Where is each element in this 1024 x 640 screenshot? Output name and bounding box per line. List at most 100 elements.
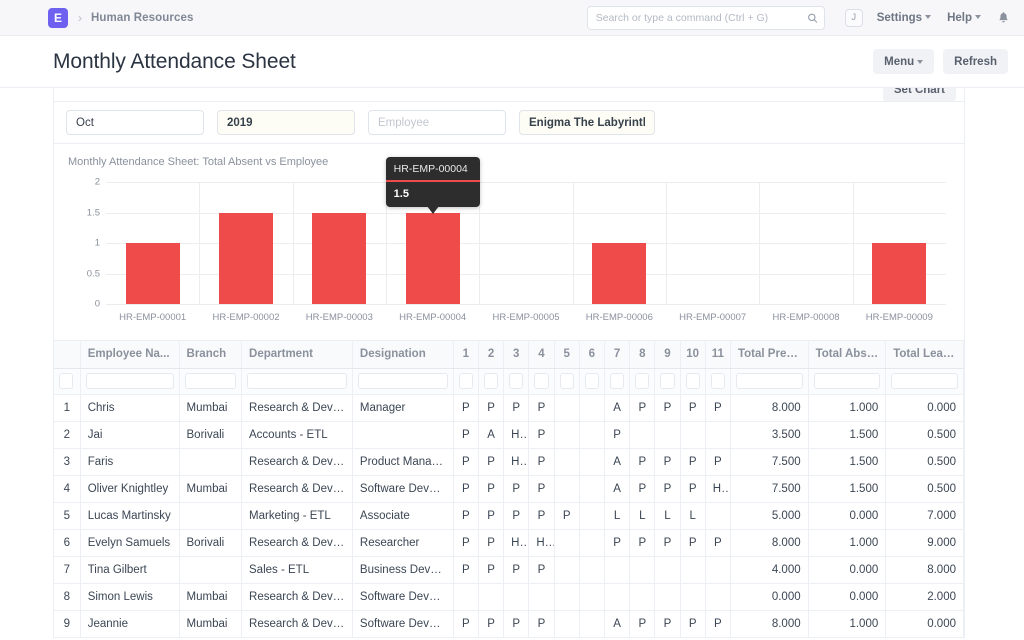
attendance-day-cell[interactable] xyxy=(579,583,604,610)
attendance-day-cell[interactable] xyxy=(680,583,705,610)
attendance-day-cell[interactable]: L xyxy=(680,502,705,529)
row-index-cell[interactable]: 6 xyxy=(54,529,80,556)
designation-cell[interactable]: Business Develo... xyxy=(352,556,453,583)
column-filter-input[interactable] xyxy=(534,373,548,389)
attendance-day-cell[interactable] xyxy=(554,448,579,475)
row-index-cell[interactable]: 7 xyxy=(54,556,80,583)
attendance-day-cell[interactable]: P xyxy=(705,394,730,421)
table-row[interactable]: 9JeannieMumbaiResearch & Develop...Softw… xyxy=(54,610,964,637)
column-filter-input[interactable] xyxy=(660,373,674,389)
column-filter-input[interactable] xyxy=(736,373,803,389)
row-index-cell[interactable]: 4 xyxy=(54,475,80,502)
designation-cell[interactable]: Manager xyxy=(352,394,453,421)
attendance-day-cell[interactable]: P xyxy=(529,448,554,475)
attendance-day-cell[interactable]: P xyxy=(529,421,554,448)
table-row[interactable]: 3FarisResearch & Develop...Product Manag… xyxy=(54,448,964,475)
designation-cell[interactable]: Software Develo... xyxy=(352,610,453,637)
total-absent-cell[interactable]: 1.500 xyxy=(808,421,886,448)
department-cell[interactable]: Research & Develop... xyxy=(242,529,353,556)
attendance-day-cell[interactable] xyxy=(579,556,604,583)
attendance-day-cell[interactable]: P xyxy=(655,448,680,475)
attendance-day-cell[interactable]: P xyxy=(705,529,730,556)
attendance-day-cell[interactable] xyxy=(630,421,655,448)
column-filter-input[interactable] xyxy=(358,373,448,389)
attendance-day-cell[interactable]: P xyxy=(504,475,529,502)
attendance-day-cell[interactable]: P xyxy=(680,529,705,556)
total-absent-cell[interactable]: 1.500 xyxy=(808,448,886,475)
attendance-day-cell[interactable]: P xyxy=(604,421,629,448)
column-filter-input[interactable] xyxy=(86,373,174,389)
total-present-cell[interactable]: 3.500 xyxy=(730,421,808,448)
total-leaves-cell[interactable]: 9.000 xyxy=(886,529,964,556)
attendance-day-cell[interactable]: P xyxy=(478,502,503,529)
table-column-header[interactable]: 2 xyxy=(478,341,503,368)
total-leaves-cell[interactable]: 0.500 xyxy=(886,475,964,502)
table-row[interactable]: 8Simon LewisMumbaiResearch & Develop...S… xyxy=(54,583,964,610)
chart-bar[interactable] xyxy=(872,243,926,304)
attendance-day-cell[interactable]: HD xyxy=(504,529,529,556)
attendance-day-cell[interactable]: P xyxy=(630,610,655,637)
attendance-day-cell[interactable]: P xyxy=(453,556,478,583)
total-leaves-cell[interactable]: 0.500 xyxy=(886,448,964,475)
table-column-header[interactable]: 10 xyxy=(680,341,705,368)
attendance-day-cell[interactable]: P xyxy=(630,529,655,556)
column-filter-input[interactable] xyxy=(585,373,599,389)
menu-button[interactable]: Menu xyxy=(873,49,934,74)
attendance-day-cell[interactable]: P xyxy=(453,448,478,475)
table-column-header[interactable]: 1 xyxy=(453,341,478,368)
chart-bar[interactable] xyxy=(126,243,180,304)
attendance-day-cell[interactable] xyxy=(478,583,503,610)
attendance-day-cell[interactable]: P xyxy=(529,610,554,637)
attendance-day-cell[interactable] xyxy=(655,583,680,610)
employee-filter-input[interactable] xyxy=(368,110,506,135)
total-absent-cell[interactable]: 1.000 xyxy=(808,529,886,556)
attendance-day-cell[interactable]: P xyxy=(529,475,554,502)
attendance-day-cell[interactable] xyxy=(579,502,604,529)
table-row[interactable]: 6Evelyn SamuelsBorivaliResearch & Develo… xyxy=(54,529,964,556)
department-cell[interactable]: Accounts - ETL xyxy=(242,421,353,448)
total-present-cell[interactable]: 7.500 xyxy=(730,448,808,475)
attendance-day-cell[interactable]: P xyxy=(655,475,680,502)
table-column-header[interactable]: 11 xyxy=(705,341,730,368)
attendance-day-cell[interactable]: P xyxy=(705,610,730,637)
column-filter-input[interactable] xyxy=(635,373,649,389)
attendance-day-cell[interactable]: L xyxy=(655,502,680,529)
total-leaves-cell[interactable]: 2.000 xyxy=(886,583,964,610)
app-logo-icon[interactable]: E xyxy=(48,8,68,28)
department-cell[interactable]: Research & Develop... xyxy=(242,448,353,475)
total-present-cell[interactable]: 8.000 xyxy=(730,610,808,637)
attendance-day-cell[interactable]: P xyxy=(478,529,503,556)
total-present-cell[interactable]: 8.000 xyxy=(730,529,808,556)
attendance-day-cell[interactable]: P xyxy=(554,502,579,529)
total-present-cell[interactable]: 0.000 xyxy=(730,583,808,610)
row-index-cell[interactable]: 5 xyxy=(54,502,80,529)
table-row[interactable]: 2JaiBorivaliAccounts - ETLPAHDPP3.5001.5… xyxy=(54,421,964,448)
attendance-day-cell[interactable]: P xyxy=(680,394,705,421)
row-index-cell[interactable]: 9 xyxy=(54,610,80,637)
branch-cell[interactable]: Mumbai xyxy=(179,394,242,421)
attendance-day-cell[interactable] xyxy=(579,421,604,448)
attendance-day-cell[interactable] xyxy=(554,610,579,637)
attendance-day-cell[interactable]: A xyxy=(604,475,629,502)
attendance-day-cell[interactable]: HD xyxy=(529,529,554,556)
table-row[interactable]: 7Tina GilbertSales - ETLBusiness Develo.… xyxy=(54,556,964,583)
branch-cell[interactable]: Borivali xyxy=(179,529,242,556)
attendance-day-cell[interactable] xyxy=(529,583,554,610)
employee-name-cell[interactable]: Simon Lewis xyxy=(80,583,179,610)
attendance-day-cell[interactable] xyxy=(630,556,655,583)
attendance-day-cell[interactable]: P xyxy=(478,394,503,421)
attendance-day-cell[interactable] xyxy=(579,610,604,637)
search-input[interactable] xyxy=(587,6,825,30)
column-filter-input[interactable] xyxy=(891,373,958,389)
attendance-day-cell[interactable] xyxy=(705,421,730,448)
attendance-day-cell[interactable]: A xyxy=(478,421,503,448)
set-chart-button[interactable]: Set Chart xyxy=(883,88,956,102)
table-row[interactable]: 5Lucas MartinskyMarketing - ETLAssociate… xyxy=(54,502,964,529)
attendance-day-cell[interactable]: P xyxy=(680,475,705,502)
attendance-day-cell[interactable] xyxy=(554,475,579,502)
attendance-day-cell[interactable]: P xyxy=(529,556,554,583)
attendance-day-cell[interactable]: P xyxy=(705,448,730,475)
select-all-filter[interactable] xyxy=(59,373,73,389)
chart-bar[interactable] xyxy=(592,243,646,304)
attendance-day-cell[interactable]: P xyxy=(529,502,554,529)
